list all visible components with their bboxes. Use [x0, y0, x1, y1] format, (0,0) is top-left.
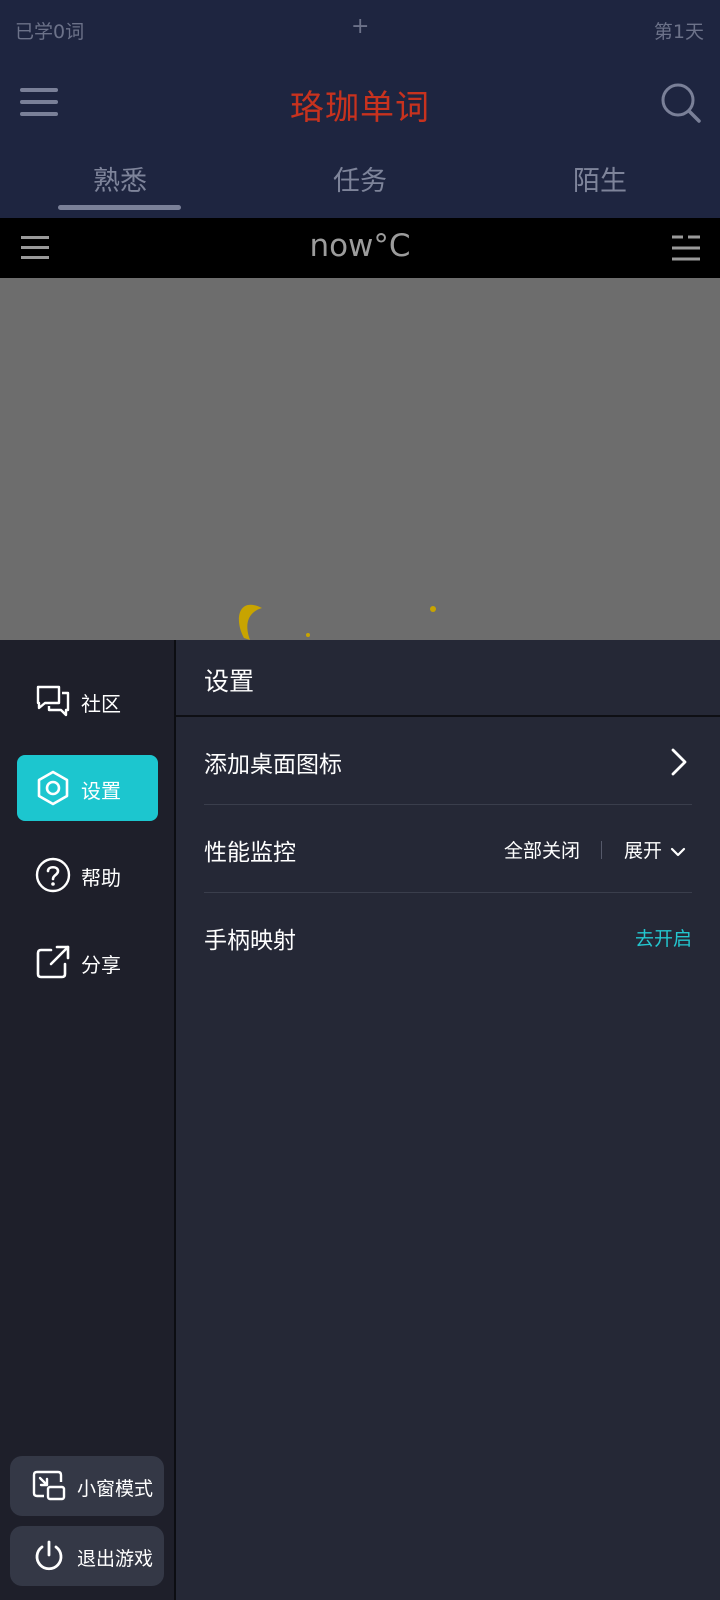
sidebar-item-share[interactable]: 分享: [17, 929, 158, 995]
sidebar-item-settings[interactable]: 设置: [17, 755, 158, 821]
expand-toggle[interactable]: 展开: [624, 836, 662, 863]
settings-panel: 设置 添加桌面图标 性能监控 全部关闭 展开 手柄映射 去开启: [176, 640, 720, 1600]
tab-unfamiliar[interactable]: 陌生: [480, 159, 720, 198]
picture-in-picture-icon: [32, 1470, 66, 1502]
tab-active-indicator: [58, 205, 181, 210]
sidebar-item-label: 分享: [81, 953, 121, 977]
enable-gamepad-link[interactable]: 去开启: [635, 924, 692, 951]
weather-bar: now°C: [0, 218, 720, 278]
power-icon: [32, 1540, 66, 1572]
game-canvas: [0, 278, 720, 640]
exit-game-button[interactable]: 退出游戏: [10, 1526, 164, 1586]
share-external-icon: [35, 944, 71, 980]
sidebar-item-label: 社区: [81, 692, 121, 716]
search-icon[interactable]: [660, 82, 702, 124]
mini-window-button[interactable]: 小窗模式: [10, 1456, 164, 1516]
sidebar-item-community[interactable]: 社区: [17, 668, 158, 734]
mini-window-label: 小窗模式: [77, 1478, 154, 1500]
sidebar: 社区 设置 帮助 分享 小窗模式 退出游戏: [0, 640, 174, 1600]
app-header: 已学0词 + 第1天 珞珈单词 熟悉 任务 陌生: [0, 0, 720, 218]
weather-title: now°C: [309, 228, 411, 264]
sidebar-item-label: 帮助: [81, 866, 121, 890]
performance-monitor-value[interactable]: 全部关闭: [504, 836, 580, 863]
sidebar-item-help[interactable]: 帮助: [17, 842, 158, 908]
list-options-icon[interactable]: [672, 234, 700, 262]
add-button[interactable]: +: [351, 14, 369, 39]
help-circle-icon: [35, 857, 71, 893]
app-title: 珞珈单词: [290, 88, 430, 128]
exit-game-label: 退出游戏: [77, 1548, 154, 1570]
setting-label: 手柄映射: [204, 928, 296, 954]
setting-row-add-desktop-icon[interactable]: 添加桌面图标: [204, 717, 692, 805]
chevron-right-icon: [670, 747, 688, 777]
panel-title: 设置: [204, 667, 255, 696]
value-separator: [601, 841, 602, 859]
hexagon-settings-icon: [35, 770, 71, 806]
setting-row-performance-monitor: 性能监控 全部关闭 展开: [204, 805, 692, 893]
moon-icon: [238, 604, 436, 640]
chevron-down-icon[interactable]: [670, 843, 686, 857]
setting-row-gamepad-mapping: 手柄映射 去开启: [204, 893, 692, 981]
tab-bar: 熟悉 任务 陌生: [0, 155, 720, 213]
day-counter: 第1天: [653, 21, 704, 43]
sidebar-item-label: 设置: [81, 779, 121, 803]
tab-familiar[interactable]: 熟悉: [0, 159, 240, 198]
learned-count: 已学0词: [15, 21, 85, 43]
setting-label: 添加桌面图标: [204, 752, 342, 778]
chat-bubbles-icon: [35, 683, 71, 719]
tab-tasks[interactable]: 任务: [240, 159, 480, 198]
setting-label: 性能监控: [204, 840, 296, 866]
game-menu-overlay: 社区 设置 帮助 分享 小窗模式 退出游戏 设置 添加桌面图标 性能监控 全部关…: [0, 640, 720, 1600]
